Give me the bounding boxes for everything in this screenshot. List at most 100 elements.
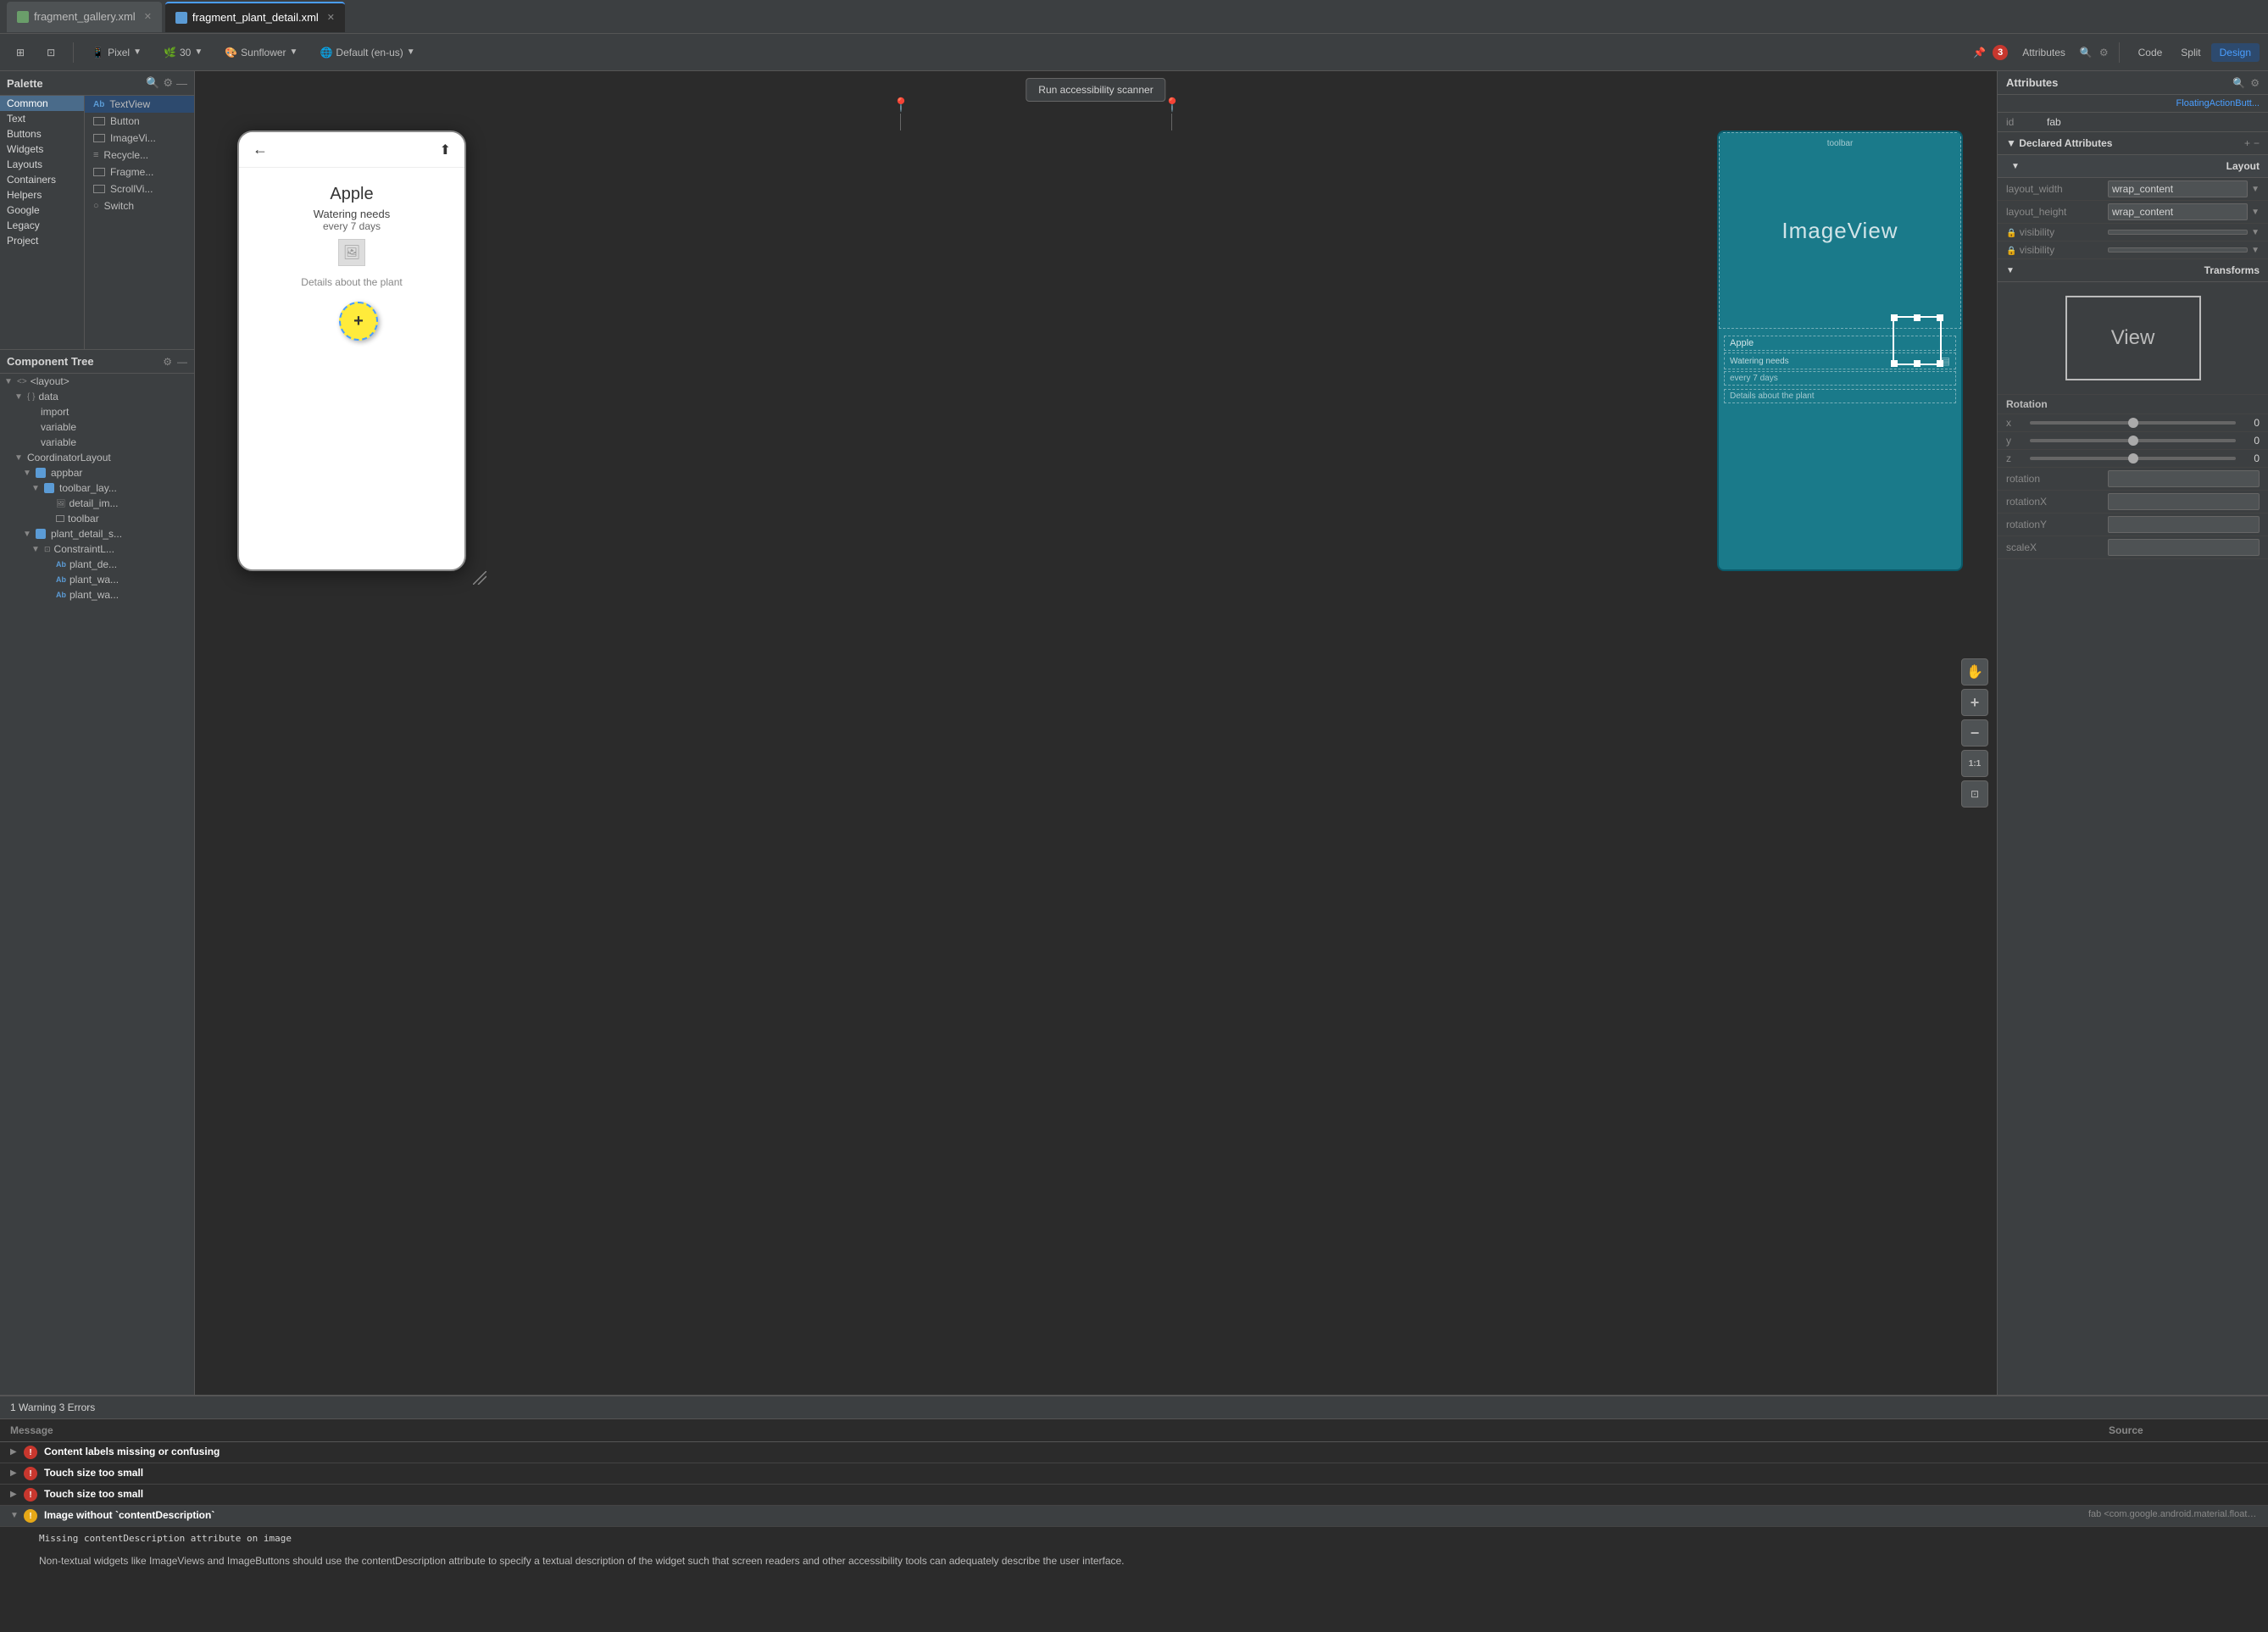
attr-settings-btn[interactable]: ⚙ (2250, 77, 2260, 89)
rotation-input[interactable] (2108, 470, 2260, 487)
tab-gallery[interactable]: fragment_gallery.xml ✕ (7, 2, 162, 32)
remove-attr-icon[interactable]: − (2254, 137, 2260, 149)
tree-settings-icon[interactable]: ⚙ (163, 356, 172, 368)
category-layouts[interactable]: Layouts (0, 157, 84, 172)
palette-item-fragmentcontainer[interactable]: Fragme... (85, 164, 194, 180)
run-scanner-button[interactable]: Run accessibility scanner (1026, 78, 1165, 102)
add-attr-icon[interactable]: + (2244, 137, 2250, 149)
declared-attrs-header[interactable]: ▼ Declared Attributes + − (1998, 132, 2268, 155)
blueprint-details-row: Details about the plant (1724, 389, 1956, 403)
tree-item-toolbar[interactable]: ▶ toolbar (0, 511, 194, 526)
tab-plant-detail[interactable]: fragment_plant_detail.xml ✕ (165, 2, 345, 32)
palette-toggle-btn[interactable]: ⊞ (8, 42, 32, 63)
scaleX-input[interactable] (2108, 539, 2260, 556)
tree-item-constraintl[interactable]: ▼ ⊡ ConstraintL... (0, 541, 194, 557)
category-containers[interactable]: Containers (0, 172, 84, 187)
phone-back-icon[interactable]: ← (253, 141, 268, 158)
tree-item-plant-wa2[interactable]: ▶ Ab plant_wa... (0, 587, 194, 602)
palette-item-scrollview[interactable]: ScrollVi... (85, 180, 194, 197)
tree-item-toolbar-lay[interactable]: ▼ toolbar_lay... (0, 480, 194, 496)
tree-item-coordinatorlayout[interactable]: ▼ CoordinatorLayout (0, 450, 194, 465)
attr-id-label: id (2006, 116, 2040, 128)
tree-item-variable1[interactable]: ▶ variable (0, 419, 194, 435)
tree-item-appbar[interactable]: ▼ appbar (0, 465, 194, 480)
attr-settings-icon[interactable]: ⚙ (2099, 47, 2109, 58)
pin-icon-1[interactable]: 📌 (1973, 47, 1986, 58)
category-buttons[interactable]: Buttons (0, 126, 84, 142)
split-view-btn[interactable]: Split (2172, 43, 2209, 62)
layout-width-value[interactable]: wrap_content (2108, 180, 2248, 197)
extra-toggle-btn[interactable]: ⊡ (39, 42, 63, 63)
zoom-reset-btn[interactable]: 1:1 (1961, 750, 1988, 777)
rotation-subsection: Rotation (1998, 395, 2268, 414)
view-mode-buttons: Code Split Design (2130, 43, 2260, 62)
rotationY-input[interactable] (2108, 516, 2260, 533)
resize-handle[interactable] (473, 571, 486, 587)
rotation-y-slider[interactable] (2030, 439, 2236, 442)
palette-item-imageview[interactable]: ImageVi... (85, 130, 194, 147)
tree-item-detail-im[interactable]: ▶ 🖼 detail_im... (0, 496, 194, 511)
design-view-btn[interactable]: Design (2211, 43, 2260, 62)
palette-settings-icon[interactable]: ⚙ (163, 76, 173, 90)
error-touch-size-1[interactable]: ▶ ! Touch size too small (0, 1463, 2268, 1485)
tree-item-layout[interactable]: ▼ <> <layout> (0, 374, 194, 389)
tab-gallery-close[interactable]: ✕ (144, 11, 152, 22)
error-touch-size-2[interactable]: ▶ ! Touch size too small (0, 1485, 2268, 1506)
toolbar-label: toolbar (68, 513, 99, 525)
visibility-2-dropdown-icon[interactable]: ▼ (2251, 246, 2260, 255)
warning-image-desc[interactable]: ▼ ! Image without `contentDescription` f… (0, 1506, 2268, 1527)
view-label: View (2111, 326, 2155, 350)
category-common[interactable]: Common (0, 96, 84, 111)
device-selector[interactable]: 📱 Pixel ▼ (84, 42, 149, 63)
category-text[interactable]: Text (0, 111, 84, 126)
rotation-z-slider[interactable] (2030, 457, 2236, 460)
tree-item-plant-de[interactable]: ▶ Ab plant_de... (0, 557, 194, 572)
palette-item-textview[interactable]: Ab TextView (85, 96, 194, 113)
transforms-section-header[interactable]: ▼ Transforms (1998, 259, 2268, 282)
locale-selector[interactable]: 🌐 Default (en-us) ▼ (312, 42, 422, 63)
tree-item-variable2[interactable]: ▶ variable (0, 435, 194, 450)
phone-fab[interactable]: + (339, 302, 378, 341)
attr-search-icon[interactable]: 🔍 (2080, 47, 2093, 58)
visibility-1-dropdown-icon[interactable]: ▼ (2251, 228, 2260, 237)
palette-search-icon[interactable]: 🔍 (146, 76, 159, 90)
palette-item-switch[interactable]: ○ Switch (85, 197, 194, 214)
error-content-labels[interactable]: ▶ ! Content labels missing or confusing (0, 1442, 2268, 1463)
tab-plant-detail-close[interactable]: ✕ (327, 12, 335, 23)
visibility-1-value[interactable] (2108, 230, 2248, 235)
palette-item-recyclerview[interactable]: ≡ Recycle... (85, 147, 194, 164)
rotation-x-thumb (2128, 418, 2138, 428)
theme-selector[interactable]: 🎨 Sunflower ▼ (217, 42, 305, 63)
visibility-2-value[interactable] (2108, 247, 2248, 253)
api-level-selector[interactable]: 🌿 30 ▼ (156, 42, 210, 63)
tree-item-plant-wa1[interactable]: ▶ Ab plant_wa... (0, 572, 194, 587)
phone-share-icon[interactable]: ⬆ (440, 142, 451, 158)
rotation-x-slider[interactable] (2030, 421, 2236, 425)
category-project[interactable]: Project (0, 233, 84, 248)
layout-height-dropdown-icon[interactable]: ▼ (2251, 208, 2260, 217)
tree-item-import[interactable]: ▶ import (0, 404, 194, 419)
category-widgets[interactable]: Widgets (0, 142, 84, 157)
zoom-out-btn[interactable]: − (1961, 719, 1988, 747)
layout-width-value-container: wrap_content ▼ (2108, 180, 2260, 197)
code-view-btn[interactable]: Code (2130, 43, 2171, 62)
layout-width-dropdown-icon[interactable]: ▼ (2251, 185, 2260, 194)
category-legacy[interactable]: Legacy (0, 218, 84, 233)
fit-screen-btn[interactable]: ⊡ (1961, 780, 1988, 808)
category-google[interactable]: Google (0, 203, 84, 218)
palette-collapse-icon[interactable]: — (176, 77, 187, 90)
category-helpers[interactable]: Helpers (0, 187, 84, 203)
hand-tool-btn[interactable]: ✋ (1961, 658, 1988, 686)
attributes-btn[interactable]: Attributes (2015, 42, 2073, 63)
rotationX-input[interactable] (2108, 493, 2260, 510)
phone-watering-label: Watering needs (239, 208, 464, 220)
attr-search-btn[interactable]: 🔍 (2232, 77, 2245, 89)
layout-section-header[interactable]: ▼ Layout (1998, 155, 2268, 178)
tree-collapse-icon[interactable]: — (177, 356, 187, 368)
layout-height-value[interactable]: wrap_content (2108, 203, 2248, 220)
tree-item-plant-detail-s[interactable]: ▼ plant_detail_s... (0, 526, 194, 541)
palette-item-button[interactable]: Button (85, 113, 194, 130)
zoom-in-btn[interactable]: + (1961, 689, 1988, 716)
tree-item-data[interactable]: ▼ { } data (0, 389, 194, 404)
palette-items: Ab TextView Button ImageVi... ≡ Recycle.… (85, 96, 194, 349)
